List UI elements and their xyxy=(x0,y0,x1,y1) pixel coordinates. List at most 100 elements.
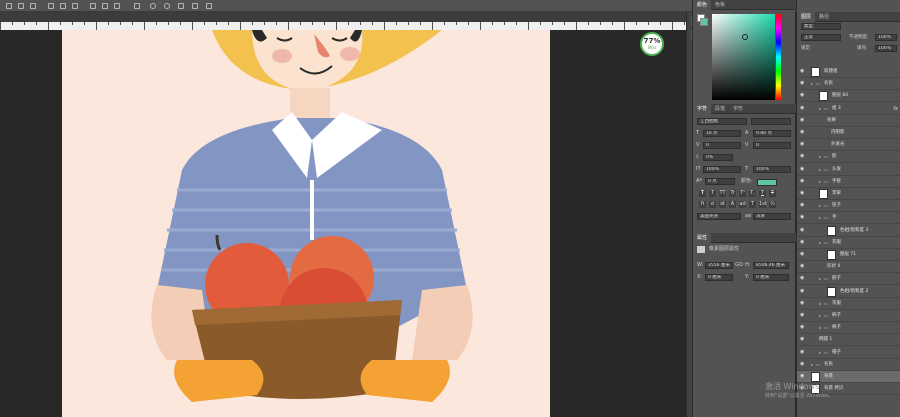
eye-icon[interactable]: ◉ xyxy=(800,300,806,307)
faux-bold-button[interactable]: T xyxy=(699,190,706,197)
3d-pan-icon[interactable] xyxy=(178,3,184,9)
tab-glyphs[interactable]: 字形 xyxy=(729,104,747,114)
eye-icon[interactable]: ◉ xyxy=(800,214,806,221)
layer-row[interactable]: ◉ ▸ ▭ 衣服 xyxy=(797,237,900,249)
3d-roll-icon[interactable] xyxy=(164,3,170,9)
align-center-icon[interactable] xyxy=(18,3,24,9)
eye-icon[interactable]: ◉ xyxy=(800,80,806,87)
subscript-button[interactable]: T, xyxy=(749,190,756,197)
layer-row[interactable]: ◉ ▸ ▭ 帽子 xyxy=(797,347,900,359)
layer-row[interactable]: ◉ ▸ ▭ 裤子 xyxy=(797,310,900,322)
layer-row[interactable]: ◉ 内阴影 xyxy=(797,127,900,139)
align-left-icon[interactable] xyxy=(6,3,12,9)
swash-button[interactable]: A xyxy=(729,201,736,208)
vertical-scale-field[interactable]: 100% xyxy=(703,166,741,173)
font-style-field[interactable] xyxy=(751,118,791,125)
superscript-button[interactable]: T¹ xyxy=(739,190,746,197)
leading-field[interactable]: 9.88 点 xyxy=(753,130,791,137)
layer-row[interactable]: ◉ ▸ ▭ 头发 xyxy=(797,164,900,176)
layer-row[interactable]: ◉ 色相/饱和度 2 xyxy=(797,286,900,298)
tab-paragraph[interactable]: 段落 xyxy=(711,104,729,114)
chevron-right-icon[interactable]: ▸ xyxy=(819,212,821,224)
eye-icon[interactable]: ◉ xyxy=(800,361,806,368)
all-caps-button[interactable]: TT xyxy=(719,190,726,197)
chevron-right-icon[interactable]: ▸ xyxy=(819,164,821,176)
distribute-center-icon[interactable] xyxy=(102,3,108,9)
titling-alternates-button[interactable]: T xyxy=(749,201,756,208)
tab-paths[interactable]: 路径 xyxy=(815,12,833,22)
horizontal-scale-field[interactable]: 100% xyxy=(753,166,791,173)
background-color-swatch[interactable] xyxy=(700,18,708,26)
layer-row[interactable]: ◉ ▸ ▭ 手套 xyxy=(797,176,900,188)
artboard-illustration[interactable] xyxy=(62,30,550,417)
color-picker-cursor[interactable] xyxy=(742,34,748,40)
canvas-workspace[interactable] xyxy=(0,30,686,417)
layer-row[interactable]: ◉ ▸ ▭ 农民 xyxy=(797,359,900,371)
eye-icon[interactable]: ◉ xyxy=(800,312,806,319)
eye-icon[interactable]: ◉ xyxy=(800,105,806,112)
3d-slide-icon[interactable] xyxy=(192,3,198,9)
layer-row[interactable]: ◉ 色相/饱和度 3 xyxy=(797,225,900,237)
layer-row[interactable]: ◉ ▸ ▭ 手 xyxy=(797,212,900,225)
tab-properties[interactable]: 属性 xyxy=(693,233,712,243)
eye-icon[interactable]: ◉ xyxy=(800,141,806,148)
layer-row[interactable]: ◉ 效果 xyxy=(797,115,900,127)
eye-icon[interactable]: ◉ xyxy=(800,166,806,173)
distribute-bottom-icon[interactable] xyxy=(72,3,78,9)
eye-icon[interactable]: ◉ xyxy=(800,190,806,197)
tsume-field[interactable]: 0% xyxy=(703,154,733,161)
link-icon[interactable]: GO xyxy=(735,262,743,269)
chevron-right-icon[interactable]: ▸ xyxy=(811,78,813,90)
eye-icon[interactable]: ◉ xyxy=(800,227,806,234)
width-field[interactable]: 3556 厘米 xyxy=(705,262,733,269)
eye-icon[interactable]: ◉ xyxy=(800,263,806,270)
eye-icon[interactable]: ◉ xyxy=(800,117,806,124)
3d-mode-icon[interactable] xyxy=(134,3,140,9)
contextual-alternates-button[interactable]: ơ xyxy=(709,201,716,208)
layer-row[interactable]: ◉ ▸ ▭ 农民 xyxy=(797,78,900,91)
tab-swatches[interactable]: 色板 xyxy=(711,0,729,10)
eye-icon[interactable]: ◉ xyxy=(800,275,806,282)
tab-layers[interactable]: 图层 xyxy=(797,12,816,22)
eye-icon[interactable]: ◉ xyxy=(800,336,806,343)
chevron-right-icon[interactable]: ▸ xyxy=(819,151,821,163)
layer-row[interactable]: ◉ ▸ ▭ 脸 xyxy=(797,151,900,164)
ligatures-button[interactable]: fi xyxy=(699,201,706,208)
layer-row[interactable]: ◉ 外发光 xyxy=(797,139,900,152)
eye-icon[interactable]: ◉ xyxy=(800,373,806,380)
small-caps-button[interactable]: Tr xyxy=(729,190,736,197)
antialias-select[interactable]: 浑厚 xyxy=(753,213,791,220)
opacity-field[interactable]: 100% xyxy=(875,34,897,41)
3d-scale-icon[interactable] xyxy=(206,3,212,9)
layer-row[interactable]: ◉ ▸ ▭ 筐子 xyxy=(797,200,900,213)
distribute-right-icon[interactable] xyxy=(114,3,120,9)
eye-icon[interactable]: ◉ xyxy=(800,202,806,209)
kerning-field[interactable]: 0 xyxy=(703,142,741,149)
eye-icon[interactable]: ◉ xyxy=(800,178,806,185)
distribute-middle-icon[interactable] xyxy=(60,3,66,9)
baseline-shift-field[interactable]: 0 点 xyxy=(705,178,735,185)
align-right-icon[interactable] xyxy=(30,3,36,9)
language-select[interactable]: 美国英语 xyxy=(697,213,741,220)
chevron-right-icon[interactable]: ▸ xyxy=(819,200,821,212)
stylistic-alternates-button[interactable]: ad xyxy=(739,201,746,208)
fractions-button[interactable]: ½ xyxy=(769,201,776,208)
height-field[interactable]: 8506.46 厘米 xyxy=(753,262,789,269)
strikethrough-button[interactable]: T xyxy=(769,190,776,197)
x-field[interactable]: 0 厘米 xyxy=(705,274,733,281)
layer-row[interactable]: ◉ ▸ ▭ 组 3 fx xyxy=(797,103,900,115)
blend-mode-select[interactable]: 正常 xyxy=(801,34,841,41)
y-field[interactable]: 0 厘米 xyxy=(753,274,789,281)
chevron-right-icon[interactable]: ▸ xyxy=(819,237,821,249)
chevron-right-icon[interactable]: ▸ xyxy=(819,347,821,359)
tab-color[interactable]: 颜色 xyxy=(693,0,712,10)
chevron-right-icon[interactable]: ▸ xyxy=(819,273,821,285)
eye-icon[interactable]: ◉ xyxy=(800,324,806,331)
eye-icon[interactable]: ◉ xyxy=(800,153,806,160)
hue-slider[interactable] xyxy=(776,14,781,100)
fx-icon[interactable]: fx xyxy=(893,103,898,115)
distribute-top-icon[interactable] xyxy=(48,3,54,9)
underline-button[interactable]: T xyxy=(759,190,766,197)
fill-field[interactable]: 100% xyxy=(875,45,897,52)
ordinals-button[interactable]: 1st xyxy=(759,201,767,208)
